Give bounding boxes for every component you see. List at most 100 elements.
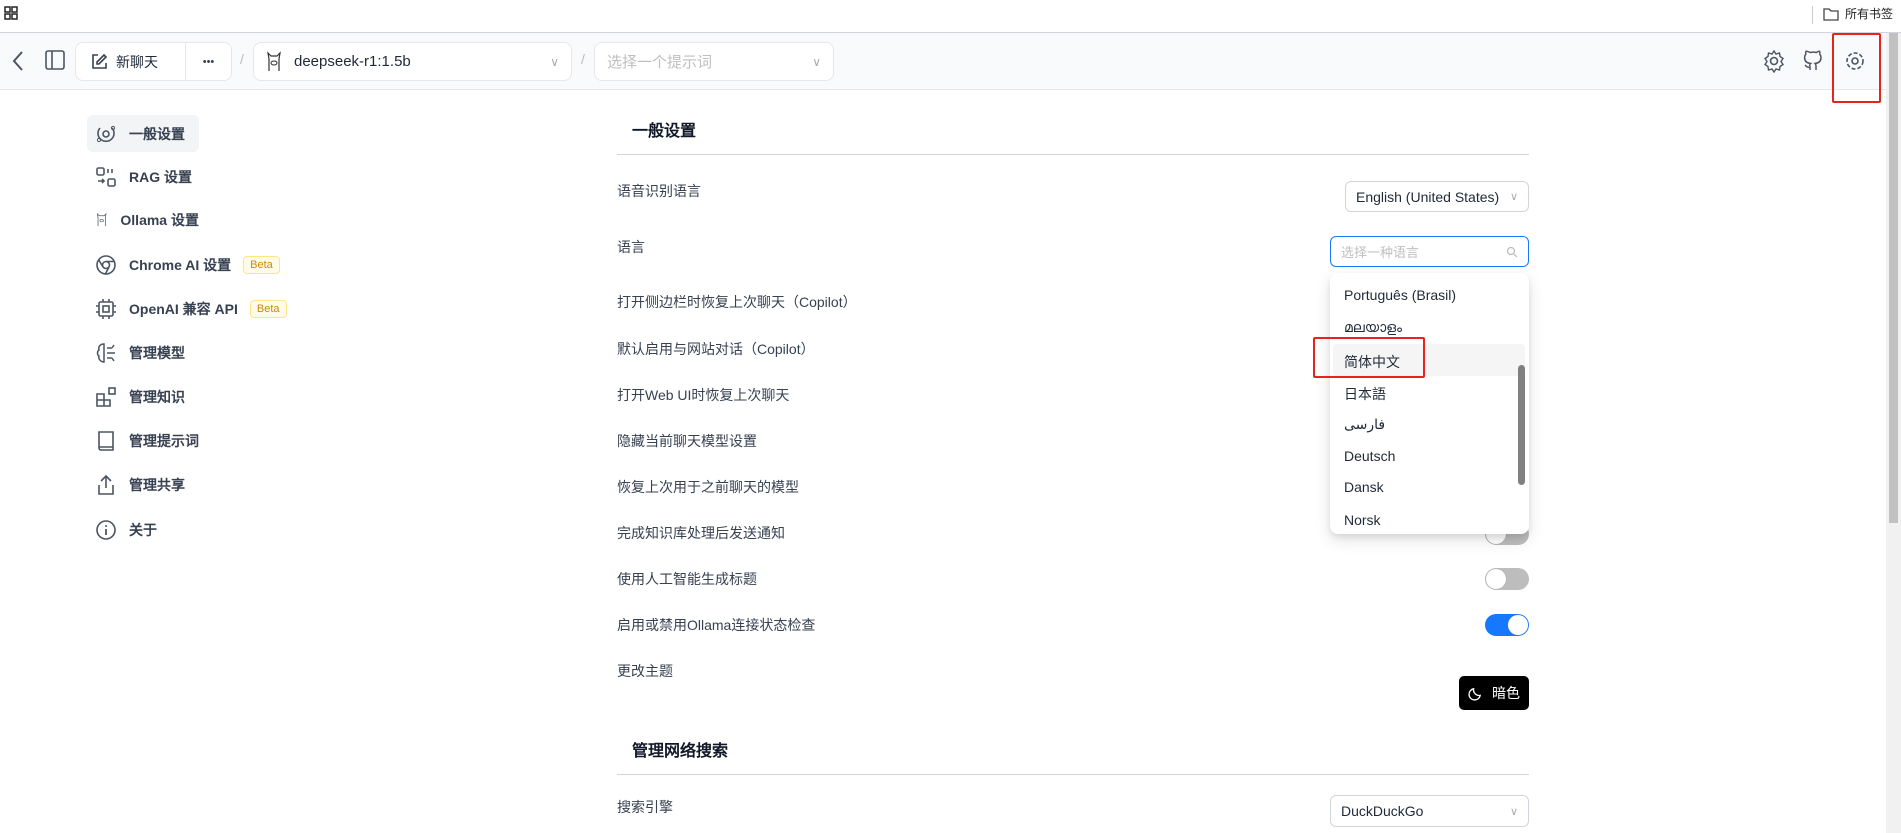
all-bookmarks-label: 所有书签 (1845, 7, 1894, 21)
setting-label: 隐藏当前聊天模型设置 (617, 433, 757, 449)
github-icon[interactable] (1801, 49, 1825, 73)
search-icon (1506, 246, 1518, 257)
prompt-select[interactable]: 选择一个提示词 ∨ (594, 42, 834, 81)
theme-label: 更改主题 (617, 663, 673, 679)
language-option[interactable]: Dansk (1344, 479, 1384, 495)
sidebar-item-chrome-ai[interactable]: Chrome AI 设置 Beta (87, 246, 347, 283)
info-icon (96, 519, 116, 540)
folder-icon (1823, 7, 1839, 21)
sidebar-item-label: 管理提示词 (129, 432, 199, 449)
sidebar-item-label: OpenAI 兼容 API (129, 300, 238, 317)
more-options-button[interactable]: ••• (186, 56, 231, 68)
setting-label: 打开侧边栏时恢复上次聊天（Copilot） (617, 294, 857, 310)
sidebar-item-label: Chrome AI 设置 (129, 256, 232, 273)
setting-label: 打开Web UI时恢复上次聊天 (617, 387, 790, 403)
rag-icon (96, 166, 116, 187)
sidebar-item-ollama[interactable]: Ollama 设置 (87, 201, 199, 238)
sidebar-item-label: 管理模型 (129, 344, 185, 361)
speech-language-label: 语音识别语言 (617, 183, 701, 199)
new-chat-label: 新聊天 (116, 53, 158, 70)
chevron-down-icon: ∨ (812, 54, 821, 69)
section-title: 一般设置 (632, 123, 697, 140)
beta-badge: Beta (249, 299, 287, 318)
setting-label: 默认启用与网站对话（Copilot） (617, 341, 815, 357)
sidebar-item-rag[interactable]: RAG 设置 (87, 158, 199, 195)
search-engine-select[interactable]: DuckDuckGo ∨ (1330, 795, 1529, 827)
language-option[interactable]: فارسی (1344, 416, 1385, 433)
dropdown-scrollbar[interactable] (1518, 365, 1525, 485)
sidebar-item-label: 管理知识 (129, 388, 185, 405)
chevron-down-icon: ∨ (1509, 805, 1518, 818)
beta-badge: Beta (243, 255, 280, 274)
settings-gear-icon[interactable] (1762, 49, 1786, 73)
divider (617, 154, 1529, 155)
language-option[interactable]: മലയാളം (1344, 319, 1402, 336)
moon-icon (1468, 687, 1482, 701)
theme-dark-button[interactable]: 暗色 (1459, 676, 1529, 710)
chevron-down-icon: ∨ (1509, 191, 1518, 203)
search-engine-value: DuckDuckGo (1341, 803, 1424, 819)
divider (1812, 6, 1813, 24)
new-chat-button[interactable]: 新聊天 (76, 43, 186, 80)
page-scrollbar-thumb[interactable] (1889, 33, 1898, 523)
language-dropdown: Português (Brasil) മലയാളം 简体中文 日本語 فارسی… (1330, 273, 1529, 534)
settings-orbit-icon (96, 125, 116, 142)
theme-button-label: 暗色 (1492, 685, 1520, 701)
language-option[interactable]: 日本語 (1344, 384, 1386, 404)
sidebar-item-prompts[interactable]: 管理提示词 (87, 422, 199, 459)
sidebar-item-label: 管理共享 (129, 476, 185, 493)
language-search-input[interactable]: 选择一种语言 (1330, 236, 1529, 267)
chevron-down-icon: ∨ (550, 54, 559, 69)
language-option[interactable]: Português (Brasil) (1344, 287, 1456, 303)
chip-icon (96, 298, 116, 319)
language-placeholder: 选择一种语言 (1341, 245, 1420, 260)
browser-bookmark-bar: 所有书签 (0, 0, 1901, 33)
model-select[interactable]: deepseek-r1:1.5b ∨ (253, 42, 572, 81)
sidebar-item-share[interactable]: 管理共享 (87, 466, 199, 503)
llama-icon (96, 212, 107, 226)
brain-icon (96, 342, 115, 363)
search-engine-label: 搜索引擎 (617, 799, 673, 815)
page-scrollbar-track (1886, 33, 1901, 833)
app-header: 新聊天 ••• / deepseek-r1:1.5b ∨ / 选择一个提示词 ∨ (0, 33, 1901, 90)
chrome-icon (96, 254, 116, 275)
book-icon (98, 430, 114, 451)
setting-label: 使用人工智能生成标题 (617, 571, 757, 587)
blocks-icon (96, 386, 116, 407)
sidebar-item-label: RAG 设置 (129, 168, 192, 185)
highlight-box-settings (1832, 33, 1881, 103)
sidebar-item-label: Ollama 设置 (120, 211, 199, 228)
edit-icon (92, 53, 108, 69)
model-name: deepseek-r1:1.5b (294, 53, 411, 70)
all-bookmarks[interactable]: 所有书签 (1823, 5, 1893, 22)
language-option[interactable]: Norsk (1344, 512, 1381, 528)
new-chat-group: 新聊天 ••• (75, 42, 232, 81)
divider (617, 774, 1529, 775)
language-option[interactable]: Deutsch (1344, 448, 1395, 464)
setting-label: 启用或禁用Ollama连接状态检查 (617, 617, 816, 633)
setting-label: 完成知识库处理后发送通知 (617, 525, 785, 541)
speech-language-value: English (United States) (1356, 188, 1500, 205)
sidebar-item-knowledge[interactable]: 管理知识 (87, 378, 199, 415)
sidebar-item-label: 一般设置 (129, 125, 185, 142)
setting-label: 恢复上次用于之前聊天的模型 (617, 479, 799, 495)
prompt-placeholder: 选择一个提示词 (607, 54, 713, 71)
sidebar-item-openai[interactable]: OpenAI 兼容 API Beta (87, 290, 347, 327)
separator: / (240, 51, 244, 67)
language-label: 语言 (617, 239, 645, 255)
apps-grid-icon[interactable] (4, 6, 18, 23)
sidebar-item-about[interactable]: 关于 (87, 511, 199, 548)
toggle-switch[interactable] (1485, 568, 1529, 590)
sidebar-item-general[interactable]: 一般设置 (87, 115, 199, 152)
separator: / (581, 51, 585, 67)
section-title: 管理网络搜索 (632, 743, 729, 760)
back-icon[interactable] (10, 49, 26, 73)
speech-language-select[interactable]: English (United States) ∨ (1345, 181, 1529, 212)
share-icon (98, 474, 114, 495)
sidebar-toggle-icon[interactable] (44, 49, 66, 71)
sidebar-item-models[interactable]: 管理模型 (87, 334, 199, 371)
highlight-box-option (1313, 337, 1425, 378)
llama-icon (267, 50, 281, 71)
toggle-switch[interactable] (1485, 614, 1529, 636)
sidebar-item-label: 关于 (129, 521, 157, 538)
